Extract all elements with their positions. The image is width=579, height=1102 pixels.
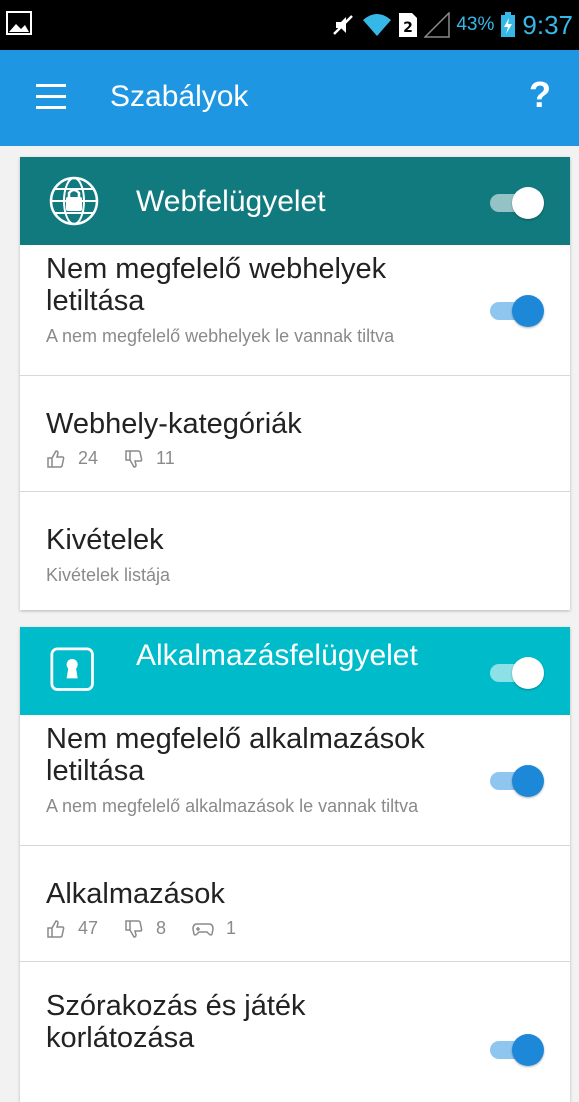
apps-row[interactable]: Alkalmazások 47 8 1 — [20, 846, 570, 962]
allowed-count: 24 — [78, 448, 99, 468]
app-supervision-toggle[interactable] — [486, 655, 544, 689]
wifi-icon — [363, 14, 392, 36]
keyhole-icon — [50, 647, 94, 691]
limit-entertainment-toggle[interactable] — [486, 1032, 544, 1066]
clock: 9:37 — [522, 9, 573, 40]
gamepad-icon — [192, 922, 214, 936]
apps-counts: 47 8 1 — [46, 918, 262, 939]
battery-percent: 43% — [456, 14, 495, 35]
exceptions-subtitle: Kivételek listája — [46, 565, 171, 585]
app-supervision-header: Alkalmazásfelügyelet — [20, 627, 570, 715]
thumbs-up-icon — [47, 449, 65, 468]
exceptions-row[interactable]: Kivételek Kivételek listája — [20, 492, 570, 610]
exceptions-title: Kivételek — [46, 524, 164, 556]
website-categories-title: Webhely-kategóriák — [46, 408, 302, 440]
app-bar: Szabályok ? — [0, 50, 579, 146]
signal-icon — [424, 12, 451, 38]
block-websites-title: Nem megfelelő webhelyek letiltása — [46, 253, 387, 317]
battery-charging-icon — [501, 12, 516, 37]
sim-icon: 2 — [399, 13, 418, 37]
blocked-apps-count: 8 — [156, 918, 167, 938]
allowed-apps-count: 47 — [78, 918, 99, 938]
block-apps-row[interactable]: Nem megfelelő alkalmazások letiltása A n… — [20, 715, 570, 846]
web-supervision-header: Webfelügyelet — [20, 157, 570, 245]
block-websites-toggle[interactable] — [486, 293, 544, 327]
limit-entertainment-row[interactable]: Szórakozás és játék korlátozása — [20, 962, 570, 1102]
web-supervision-card: Webfelügyelet Nem megfelelő webhelyek le… — [20, 157, 570, 610]
thumbs-up-icon — [47, 919, 65, 938]
mute-icon — [333, 15, 354, 35]
thumbs-down-icon — [125, 919, 143, 938]
web-supervision-title: Webfelügyelet — [136, 185, 326, 218]
games-count: 1 — [226, 918, 237, 938]
limit-entertainment-title: Szórakozás és játék korlátozása — [46, 990, 306, 1054]
block-apps-subtitle: A nem megfelelő alkalmazások le vannak t… — [46, 796, 419, 816]
website-categories-counts: 24 11 — [46, 448, 201, 469]
website-categories-row[interactable]: Webhely-kategóriák 24 11 — [20, 376, 570, 492]
globe-lock-icon — [49, 176, 99, 226]
block-websites-subtitle: A nem megfelelő webhelyek le vannak tilt… — [46, 326, 395, 346]
gallery-notification-icon — [6, 11, 32, 35]
svg-text:2: 2 — [403, 20, 413, 36]
apps-title: Alkalmazások — [46, 878, 225, 910]
page-title: Szabályok — [110, 80, 249, 113]
app-supervision-title: Alkalmazásfelügyelet — [136, 639, 418, 672]
block-apps-title: Nem megfelelő alkalmazások letiltása — [46, 723, 425, 787]
status-bar: 2 43% 9:37 — [0, 0, 579, 50]
blocked-count: 11 — [156, 448, 175, 468]
block-websites-row[interactable]: Nem megfelelő webhelyek letiltása A nem … — [20, 245, 570, 376]
menu-icon[interactable] — [36, 84, 70, 112]
web-supervision-toggle[interactable] — [486, 185, 544, 219]
block-apps-toggle[interactable] — [486, 763, 544, 797]
help-button[interactable]: ? — [529, 74, 551, 116]
thumbs-down-icon — [125, 449, 143, 468]
